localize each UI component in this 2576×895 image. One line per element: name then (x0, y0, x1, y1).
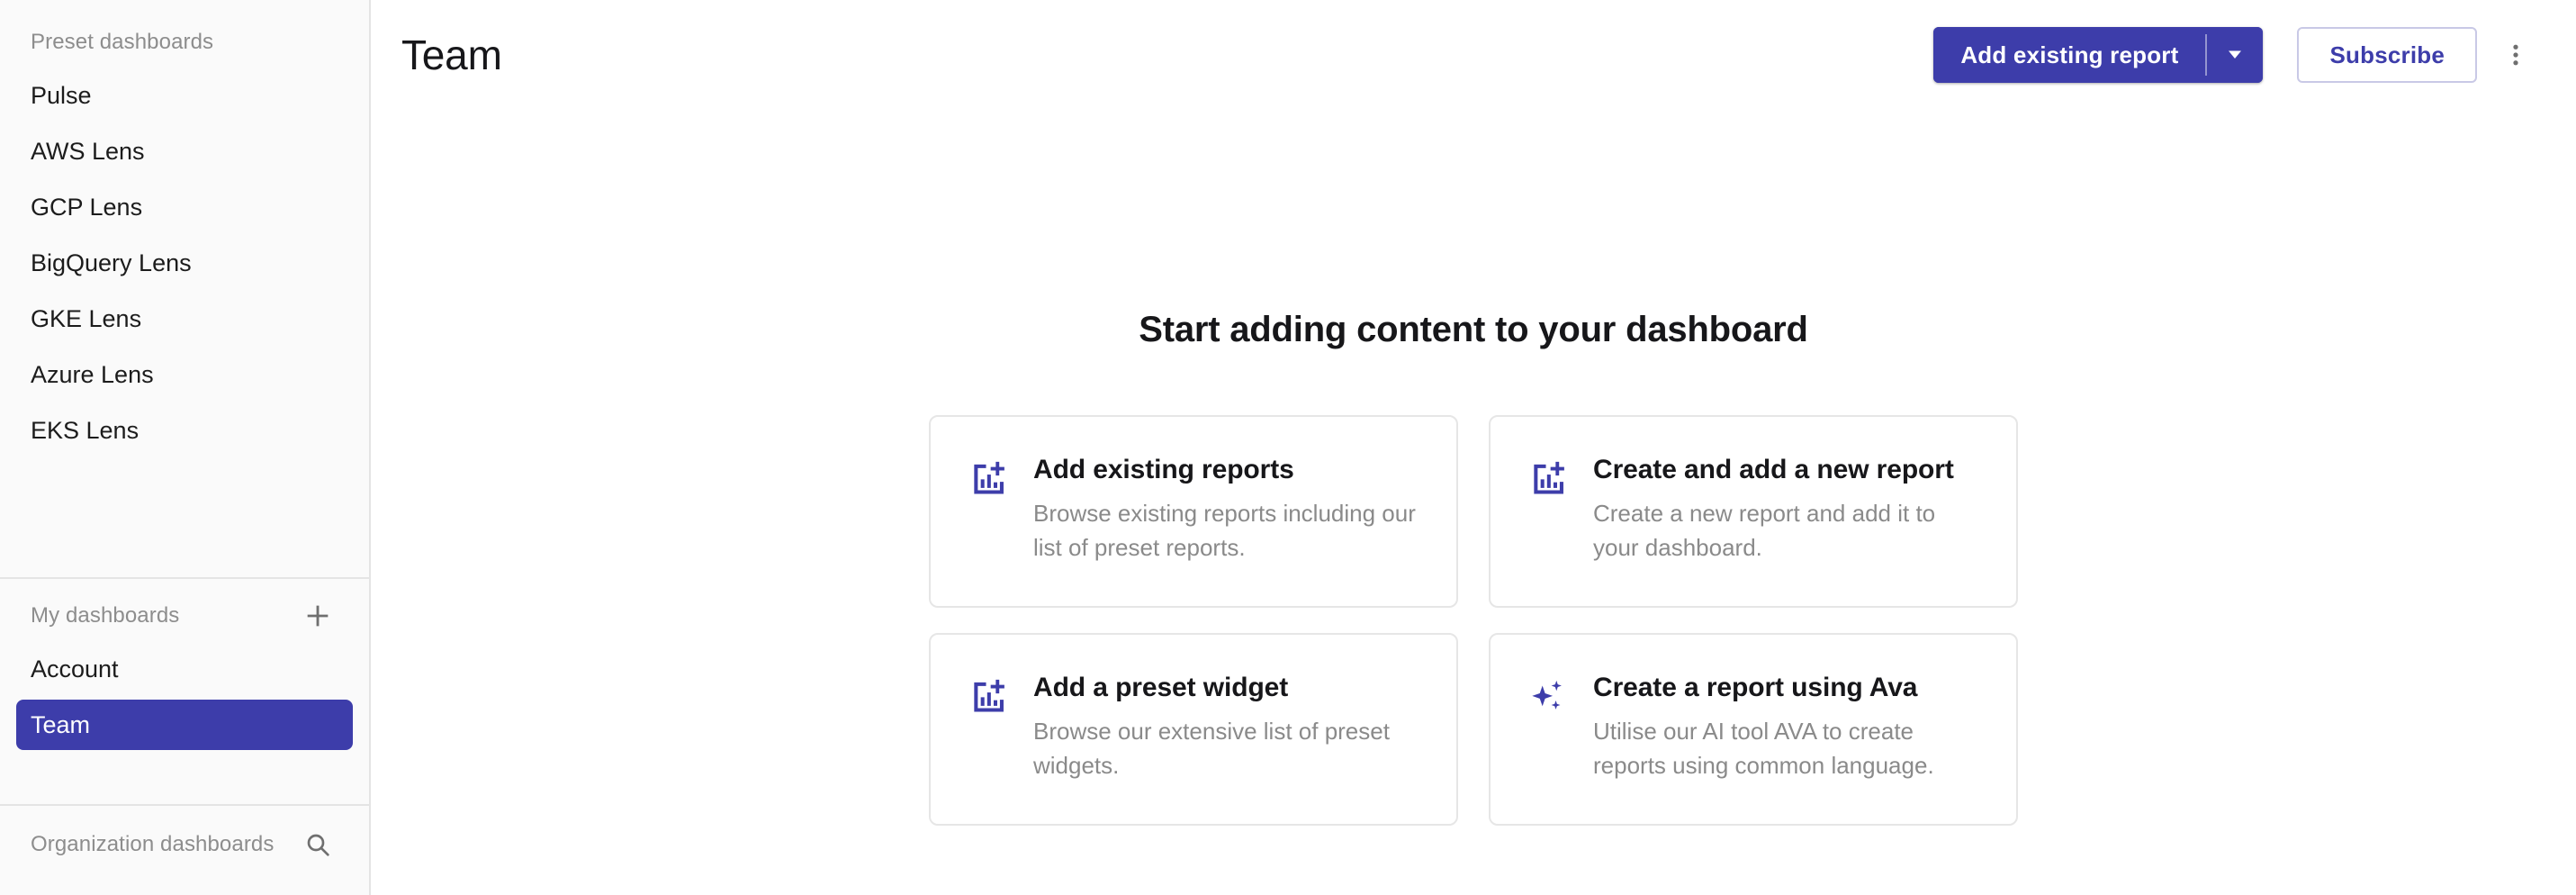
sidebar-item-account[interactable]: Account (16, 644, 353, 694)
app-root: Preset dashboards Pulse AWS Lens GCP Len… (0, 0, 2576, 895)
sparkle-ai-icon (1527, 676, 1568, 718)
plus-icon[interactable] (297, 595, 338, 637)
subscribe-button[interactable]: Subscribe (2297, 27, 2477, 83)
sidebar-item-label: GCP Lens (31, 193, 143, 221)
sidebar-item-label: EKS Lens (31, 416, 140, 444)
sidebar-heading-organization: Organization dashboards (0, 824, 369, 865)
search-icon[interactable] (297, 824, 338, 865)
sidebar-item-gcp-lens[interactable]: GCP Lens (16, 182, 353, 232)
sidebar-item-gke-lens[interactable]: GKE Lens (16, 294, 353, 344)
sidebar-item-label: AWS Lens (31, 137, 145, 165)
add-existing-report-split-button[interactable]: Add existing report (1933, 27, 2264, 83)
sidebar-heading-my-dashboards-label: My dashboards (31, 603, 180, 628)
sidebar-section-preset: Preset dashboards Pulse AWS Lens GCP Len… (0, 0, 369, 579)
sidebar: Preset dashboards Pulse AWS Lens GCP Len… (0, 0, 371, 895)
card-title: Add a preset widget (1033, 673, 1289, 702)
card-description: Utilise our AI tool AVA to create report… (1593, 718, 1934, 779)
main-content: Team Add existing report Subscribe Start… (371, 0, 2576, 895)
sidebar-my-dashboards-list: Account Team (0, 644, 369, 750)
card-add-preset-widget[interactable]: Add a preset widget Browse our extensive… (929, 633, 1458, 826)
empty-state-card-grid: Add existing reports Browse existing rep… (929, 415, 2018, 826)
page-title: Team (401, 32, 502, 78)
sidebar-heading-my-dashboards: My dashboards (0, 595, 369, 637)
header-actions: Add existing report Subscribe (1933, 27, 2542, 83)
page-header: Team Add existing report Subscribe (371, 0, 2576, 110)
empty-state: Start adding content to your dashboard A… (371, 110, 2576, 826)
sidebar-item-label: Azure Lens (31, 360, 154, 388)
card-title: Create a report using Ava (1593, 673, 1918, 702)
sidebar-item-pulse[interactable]: Pulse (16, 70, 353, 121)
card-add-existing-reports[interactable]: Add existing reports Browse existing rep… (929, 415, 1458, 608)
sidebar-item-team[interactable]: Team (16, 700, 353, 750)
card-description: Browse our extensive list of preset widg… (1033, 718, 1390, 779)
add-existing-report-dropdown-button[interactable] (2207, 27, 2264, 83)
card-title: Create and add a new report (1593, 455, 1954, 484)
empty-state-title: Start adding content to your dashboard (1139, 310, 1808, 349)
add-chart-icon (967, 676, 1008, 718)
sidebar-heading-preset: Preset dashboards (0, 22, 369, 63)
sidebar-item-label: GKE Lens (31, 304, 142, 332)
card-description: Browse existing reports including our li… (1033, 500, 1416, 561)
kebab-menu-icon[interactable] (2490, 29, 2542, 81)
card-text: Create and add a new report Create a new… (1593, 455, 1984, 565)
card-text: Create a report using Ava Utilise our AI… (1593, 673, 1984, 783)
add-chart-icon (1527, 458, 1568, 500)
sidebar-item-azure-lens[interactable]: Azure Lens (16, 349, 353, 400)
sidebar-item-aws-lens[interactable]: AWS Lens (16, 126, 353, 176)
sidebar-heading-preset-label: Preset dashboards (31, 30, 214, 54)
card-title: Add existing reports (1033, 455, 1294, 484)
sidebar-item-label: Account (31, 655, 119, 683)
sidebar-item-label: Pulse (31, 81, 92, 109)
card-create-report-using-ava[interactable]: Create a report using Ava Utilise our AI… (1489, 633, 2018, 826)
add-existing-report-button[interactable]: Add existing report (1933, 27, 2206, 83)
sidebar-heading-organization-label: Organization dashboards (31, 832, 275, 856)
sidebar-item-label: BigQuery Lens (31, 249, 192, 276)
card-description: Create a new report and add it to your d… (1593, 500, 1936, 561)
sidebar-item-bigquery-lens[interactable]: BigQuery Lens (16, 238, 353, 288)
sidebar-section-my-dashboards: My dashboards Account Team (0, 579, 369, 806)
sidebar-item-label: Team (31, 710, 91, 738)
card-create-and-add-new-report[interactable]: Create and add a new report Create a new… (1489, 415, 2018, 608)
sidebar-item-eks-lens[interactable]: EKS Lens (16, 405, 353, 456)
card-text: Add a preset widget Browse our extensive… (1033, 673, 1424, 783)
add-chart-icon (967, 458, 1008, 500)
chevron-down-icon (2224, 43, 2246, 68)
card-text: Add existing reports Browse existing rep… (1033, 455, 1424, 565)
sidebar-section-organization: Organization dashboards (0, 806, 369, 895)
sidebar-preset-list: Pulse AWS Lens GCP Lens BigQuery Lens GK… (0, 70, 369, 456)
